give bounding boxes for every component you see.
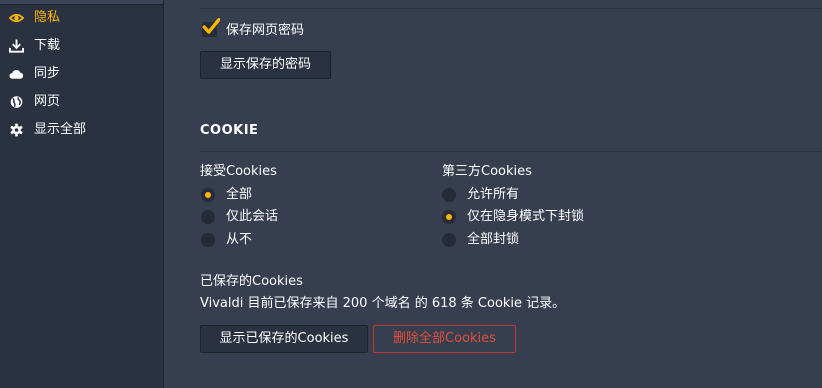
save-passwords-checkbox[interactable]	[202, 18, 220, 37]
privacy-settings-panel: 保存网页密码 显示保存的密码 COOKIE 接受Cookies 全部 仅此会话 …	[164, 0, 822, 388]
sidebar-item-privacy[interactable]: 隐私	[0, 4, 163, 32]
cookie-divider	[200, 151, 822, 152]
show-saved-cookies-button[interactable]: 显示已保存的Cookies	[200, 325, 368, 353]
accept-cookies-never-radio[interactable]	[201, 233, 215, 247]
third-party-allow-all-label[interactable]: 允许所有	[467, 187, 519, 203]
accept-cookies-label: 接受Cookies	[200, 164, 277, 179]
third-party-cookies-label: 第三方Cookies	[442, 164, 532, 179]
delete-all-cookies-button[interactable]: 删除全部Cookies	[373, 325, 516, 353]
saved-cookies-label: 已保存的Cookies	[200, 274, 303, 289]
sidebar-item-sync[interactable]: 同步	[0, 60, 163, 88]
top-divider	[200, 8, 822, 9]
saved-cookies-summary: Vivaldi 目前已保存来自 200 个域名 的 618 条 Cookie 记…	[200, 296, 566, 311]
sidebar-item-label: 网页	[34, 94, 61, 109]
eye-icon	[9, 13, 24, 23]
accept-cookies-session-label[interactable]: 仅此会话	[226, 209, 278, 225]
settings-sidebar: 隐私 下载 同步 网页 显示全部	[0, 0, 164, 388]
third-party-block-incognito-label[interactable]: 仅在隐身模式下封锁	[467, 209, 584, 225]
third-party-allow-all-radio[interactable]	[442, 188, 456, 202]
cloud-icon	[9, 69, 24, 79]
sidebar-item-webpages[interactable]: 网页	[0, 88, 163, 116]
third-party-block-incognito-radio[interactable]	[442, 210, 456, 224]
third-party-block-all-label[interactable]: 全部封锁	[467, 232, 519, 248]
sidebar-item-show-all[interactable]: 显示全部	[0, 116, 163, 144]
sidebar-item-label: 隐私	[34, 10, 61, 25]
show-saved-passwords-button[interactable]: 显示保存的密码	[200, 51, 331, 79]
save-passwords-label: 保存网页密码	[226, 23, 305, 38]
accept-cookies-all-label[interactable]: 全部	[226, 187, 252, 203]
download-icon	[9, 39, 24, 53]
accept-cookies-all-radio[interactable]	[201, 188, 215, 202]
cookie-section-heading: COOKIE	[200, 123, 259, 138]
sidebar-item-label: 显示全部	[34, 122, 87, 137]
globe-icon	[10, 96, 23, 108]
third-party-block-all-radio[interactable]	[442, 233, 456, 247]
accept-cookies-never-label[interactable]: 从不	[226, 232, 252, 248]
gear-icon	[10, 123, 23, 137]
sidebar-item-label: 下载	[34, 38, 61, 53]
sidebar-item-downloads[interactable]: 下载	[0, 32, 163, 60]
accept-cookies-session-radio[interactable]	[201, 210, 215, 224]
sidebar-item-label: 同步	[34, 66, 61, 81]
checkmark-icon	[202, 18, 220, 34]
